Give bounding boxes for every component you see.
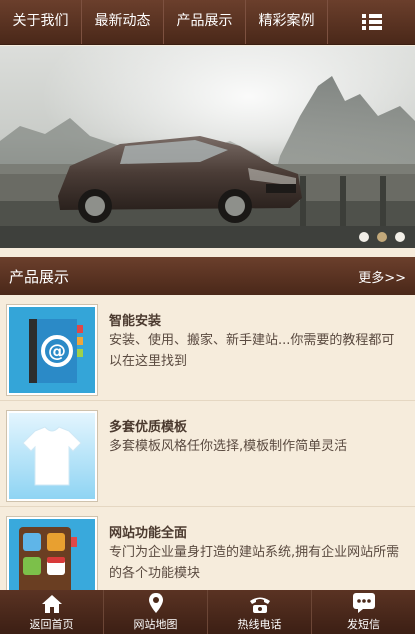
product-description: 安装、使用、搬家、新手建站...你需要的教程都可以在这里找到 bbox=[109, 333, 395, 369]
banner-slider[interactable] bbox=[0, 46, 415, 248]
grid-list-icon bbox=[361, 14, 382, 30]
sms-label: 发短信 bbox=[347, 618, 380, 631]
section-header: 产品展示 更多>> bbox=[0, 257, 415, 295]
product-title[interactable]: 网站功能全面 bbox=[109, 522, 187, 541]
sitemap-label: 网站地图 bbox=[133, 618, 178, 631]
banner-dot-active[interactable] bbox=[377, 232, 387, 242]
home-icon bbox=[41, 595, 62, 613]
list-item[interactable]: @ 智能安装 安装、使用、搬家、新手建站...你需要的教程都可以在这里找到 bbox=[0, 296, 415, 401]
top-nav: 关于我们 最新动态 产品展示 精彩案例 bbox=[0, 0, 415, 45]
map-pin-icon bbox=[148, 593, 163, 613]
more-link[interactable]: 更多>> bbox=[358, 267, 406, 286]
product-description: 专门为企业量身打造的建站系统,拥有企业网站所需的各个功能模块 bbox=[109, 545, 400, 581]
nav-item-products[interactable]: 产品展示 bbox=[164, 0, 246, 44]
menu-button[interactable] bbox=[328, 0, 415, 44]
product-title[interactable]: 智能安装 bbox=[109, 310, 161, 329]
bottom-bar: 返回首页 网站地图 热线电话 发短信 bbox=[0, 590, 415, 634]
banner-image bbox=[0, 46, 415, 248]
sms-button[interactable]: 发短信 bbox=[312, 590, 415, 634]
svg-text:@: @ bbox=[48, 341, 66, 362]
hotline-label: 热线电话 bbox=[237, 618, 282, 631]
list-item[interactable]: 多套优质模板 多套模板风格任你选择,模板制作简单灵活 bbox=[0, 402, 415, 507]
product-title[interactable]: 多套优质模板 bbox=[109, 416, 187, 435]
address-book-icon: @ bbox=[9, 307, 95, 393]
sitemap-button[interactable]: 网站地图 bbox=[104, 590, 208, 634]
product-thumbnail[interactable] bbox=[6, 410, 98, 502]
banner-dots bbox=[359, 232, 405, 242]
nav-item-cases[interactable]: 精彩案例 bbox=[246, 0, 328, 44]
banner-dot[interactable] bbox=[359, 232, 369, 242]
nav-item-about[interactable]: 关于我们 bbox=[0, 0, 82, 44]
banner-dot[interactable] bbox=[395, 232, 405, 242]
message-icon bbox=[352, 593, 375, 613]
product-description: 多套模板风格任你选择,模板制作简单灵活 bbox=[109, 439, 348, 454]
phone-icon bbox=[249, 597, 270, 613]
product-thumbnail[interactable]: @ bbox=[6, 304, 98, 396]
home-label: 返回首页 bbox=[29, 618, 74, 631]
tshirt-icon bbox=[9, 413, 95, 499]
nav-item-news[interactable]: 最新动态 bbox=[82, 0, 164, 44]
hotline-button[interactable]: 热线电话 bbox=[208, 590, 312, 634]
home-button[interactable]: 返回首页 bbox=[0, 590, 104, 634]
section-title: 产品展示 bbox=[9, 267, 70, 286]
